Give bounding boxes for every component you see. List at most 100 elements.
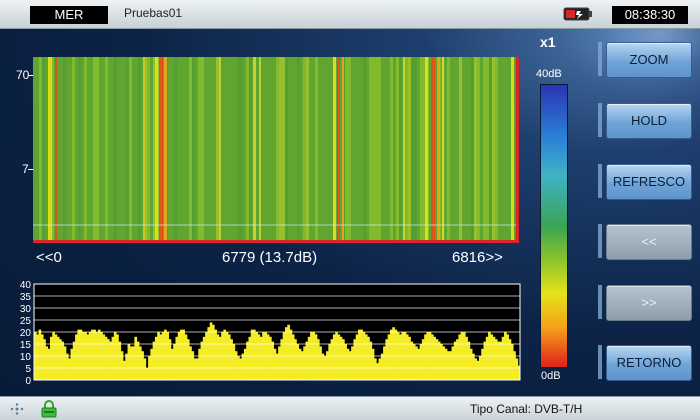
histogram-ytick-label: 40 [20,280,32,291]
scale-bottom-label: 0dB [541,370,561,382]
histogram-bar [453,341,457,380]
waterfall-column [78,57,81,243]
histogram-bar [70,348,74,380]
histogram-bar [319,346,322,380]
histogram-bar [499,341,503,380]
histogram-bar [483,341,487,380]
waterfall-column [216,57,219,243]
refresh-button[interactable]: REFRESCO [606,164,692,200]
histogram-bar [152,341,156,380]
histogram-bar [239,358,243,380]
histogram-bar [223,329,227,380]
nav-left-label[interactable]: <<0 [36,249,62,266]
histogram-bar [243,348,247,380]
waterfall-streak [342,57,344,243]
histogram-bar [77,329,81,380]
histogram-bar [494,339,498,380]
app-window: MER Pruebas01 08:38:30 70 7 <<0 6779 (13… [0,0,700,420]
histogram-bar [102,334,106,380]
histogram-bar [49,336,53,380]
histogram-bar [209,322,213,380]
histogram-bar [248,336,252,380]
histogram-bar [326,351,329,380]
histogram-bar [234,351,238,380]
button-rail [598,42,602,76]
histogram-bar [490,334,494,380]
histogram-ytick-label: 35 [20,292,32,303]
histogram-bar [367,336,370,380]
histogram-bar [61,341,65,380]
histogram-bar [109,341,112,380]
histogram-bar [278,346,281,380]
histogram-bar [159,334,163,380]
histogram-bar [419,344,423,380]
histogram-bar [431,334,434,380]
waterfall-column [84,57,87,243]
histogram-bar [412,344,416,380]
histogram-bar [193,358,197,380]
histogram-bar [164,329,167,380]
histogram-bar [72,341,76,380]
histogram-bar [369,341,373,380]
waterfall-column [414,57,417,243]
waterfall-column [114,57,117,243]
histogram-bar [253,329,256,380]
waterfall-column [459,57,462,243]
histogram-bar [218,336,222,380]
histogram-bar [259,336,263,380]
histogram-ytick-label: 15 [20,340,32,351]
histogram-bar [344,344,347,380]
mer-histogram: 0 5 10 15 20 25 30 35 40 [14,274,522,386]
waterfall-column [276,57,279,243]
histogram-bar [353,339,357,380]
histogram-bar [287,324,290,380]
histogram-bar [180,329,183,380]
next-button[interactable]: >> [606,285,692,321]
waterfall-column [345,57,348,243]
histogram-bar [513,351,516,380]
color-scale-bar [540,84,568,368]
waterfall-column [198,57,201,243]
measurement-mode[interactable]: MER [30,6,108,24]
profile-name: Pruebas01 [124,6,183,20]
waterfall-column [138,57,141,243]
histogram-bar [435,339,439,380]
histogram-bar [47,348,51,380]
histogram-bar [481,348,484,380]
histogram-bar [232,344,236,380]
histogram-bar [348,351,352,380]
histogram-bar [394,329,398,380]
zoom-button[interactable]: ZOOM [606,42,692,78]
waterfall-column [390,57,393,243]
waterfall-streak [159,57,163,243]
waterfall-column [477,57,480,243]
waterfall-column [420,57,423,243]
histogram-bar [373,358,377,380]
waterfall-column [282,57,285,243]
nav-right-label[interactable]: 6816>> [452,249,503,266]
waterfall-column [126,57,129,243]
histogram-bar [127,344,131,380]
waterfall-streak [48,57,52,243]
previous-button[interactable]: << [606,224,692,260]
histogram-bar [86,334,90,380]
histogram-bar [40,334,44,380]
waterfall-streak [431,57,435,243]
histogram-bar [456,339,459,380]
histogram-bar [196,358,199,380]
histogram-bar [79,329,83,380]
histogram-bar [472,353,475,380]
histogram-bar [433,336,436,380]
histogram-bar [250,329,254,380]
return-button[interactable]: RETORNO [606,345,692,381]
histogram-bar [122,360,126,380]
waterfall-column [42,57,45,243]
histogram-bar [186,339,190,380]
histogram-bar [385,339,389,380]
histogram-bar [216,334,220,380]
hold-button[interactable]: HOLD [606,103,692,139]
histogram-bar [346,348,350,380]
histogram-bar [383,346,386,380]
waterfall-column [246,57,249,243]
histogram-bar [68,358,71,380]
